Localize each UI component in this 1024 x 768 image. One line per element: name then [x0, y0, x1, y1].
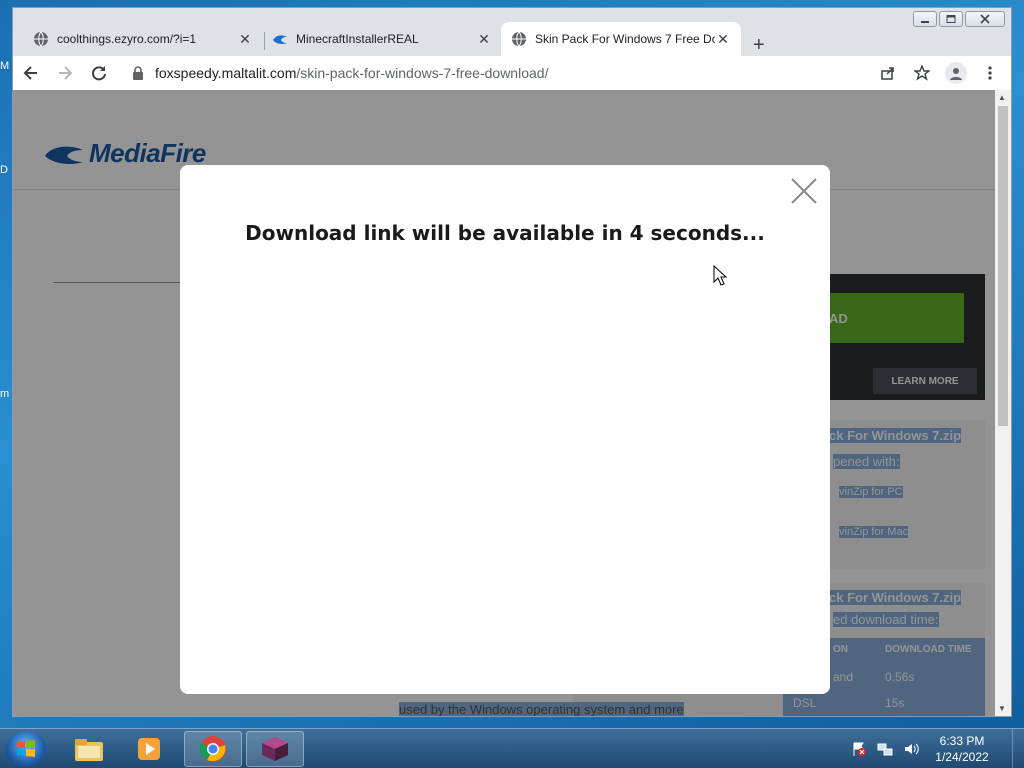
scroll-up-icon[interactable]: ▲: [998, 93, 1006, 102]
countdown-message: Download link will be available in 4 sec…: [245, 221, 765, 245]
desktop-icon-label-fragment: M: [0, 60, 10, 72]
network-icon: [877, 743, 893, 756]
mouse-cursor-icon: [713, 265, 727, 286]
download-countdown-modal: Download link will be available in 4 sec…: [180, 165, 830, 694]
page-viewport: MediaFire AD LEARN MORE ck For Windows 7…: [13, 90, 995, 716]
minimize-icon: [921, 21, 929, 23]
scroll-thumb[interactable]: [998, 106, 1008, 426]
globe-icon: [34, 31, 48, 47]
tab-close-button[interactable]: ✕: [476, 31, 492, 48]
toolbar-actions: [875, 60, 1003, 86]
arrow-right-icon: [59, 66, 73, 80]
new-tab-button[interactable]: +: [753, 34, 765, 57]
tray-volume[interactable]: [901, 739, 921, 759]
star-icon: [914, 65, 930, 81]
tab-title: Skin Pack For Windows 7 Free Do: [535, 32, 715, 46]
more-vert-icon: [988, 66, 992, 80]
explorer-icon: [75, 739, 103, 761]
tray-action-center[interactable]: [849, 739, 869, 759]
globe-icon: [512, 31, 526, 47]
tab-title: coolthings.ezyro.com/?i=1: [57, 32, 197, 46]
taskbar-minecraft[interactable]: [246, 731, 304, 767]
bookmark-button[interactable]: [909, 60, 935, 86]
url-host: foxspeedy.maltalit.com: [155, 65, 297, 81]
tab-minecraft-installer[interactable]: MinecraftInstallerREAL ✕: [262, 22, 502, 56]
clock-date: 1/24/2022: [935, 750, 989, 764]
chrome-icon: [199, 736, 226, 762]
close-icon: [791, 178, 817, 204]
minecraft-icon: [262, 737, 288, 761]
avatar: [945, 62, 967, 84]
profile-button[interactable]: [943, 60, 969, 86]
start-button[interactable]: [6, 731, 46, 767]
address-bar[interactable]: foxspeedy.maltalit.com/skin-pack-for-win…: [127, 59, 907, 87]
share-button[interactable]: [875, 60, 901, 86]
tab-coolthings[interactable]: coolthings.ezyro.com/?i=1 ✕: [23, 22, 263, 56]
arrow-left-icon: [23, 66, 37, 80]
show-desktop-button[interactable]: [1012, 729, 1024, 768]
browser-toolbar: foxspeedy.maltalit.com/skin-pack-for-win…: [13, 56, 1011, 90]
media-player-icon: [138, 738, 160, 760]
vertical-scrollbar[interactable]: ▲ ▼: [995, 90, 1011, 716]
url-path: /skin-pack-for-windows-7-free-download/: [296, 65, 549, 81]
close-icon: [980, 14, 990, 24]
window-controls: [913, 11, 1005, 27]
taskbar-chrome[interactable]: [184, 731, 242, 767]
share-icon: [881, 67, 894, 80]
tab-close-button[interactable]: ✕: [237, 31, 253, 48]
tray-network[interactable]: [875, 739, 895, 759]
clock-time: 6:33 PM: [939, 734, 985, 748]
person-icon: [950, 68, 962, 80]
tab-skin-pack[interactable]: Skin Pack For Windows 7 Free Do ✕: [501, 22, 741, 56]
maximize-icon: [946, 15, 956, 23]
reload-button[interactable]: [83, 59, 115, 87]
mediafire-icon: [273, 35, 287, 44]
maximize-button[interactable]: [939, 11, 963, 27]
minimize-button[interactable]: [913, 11, 937, 27]
forward-button[interactable]: [49, 59, 81, 87]
menu-button[interactable]: [977, 60, 1003, 86]
modal-close-button[interactable]: [790, 177, 818, 205]
tab-title: MinecraftInstallerREAL: [296, 32, 419, 46]
volume-icon: [905, 743, 919, 755]
windows-logo-icon: [17, 740, 35, 757]
chrome-window: coolthings.ezyro.com/?i=1 ✕ MinecraftIns…: [12, 7, 1012, 717]
tab-strip: coolthings.ezyro.com/?i=1 ✕ MinecraftIns…: [13, 20, 913, 56]
taskbar-media-player[interactable]: [120, 731, 178, 767]
lock-icon: [133, 66, 143, 80]
close-window-button[interactable]: [965, 11, 1005, 27]
desktop-icon-label-fragment: m: [0, 388, 10, 400]
system-tray: 6:33 PM 1/24/2022: [846, 729, 1024, 768]
tab-close-button[interactable]: ✕: [715, 31, 731, 48]
taskbar-explorer[interactable]: [60, 731, 118, 767]
scroll-down-icon[interactable]: ▼: [998, 704, 1006, 713]
flag-error-icon: [853, 742, 866, 756]
reload-icon: [92, 66, 106, 81]
clock[interactable]: 6:33 PM 1/24/2022: [924, 733, 1000, 765]
taskbar: 6:33 PM 1/24/2022: [0, 728, 1024, 768]
back-button[interactable]: [15, 59, 47, 87]
desktop-icon-label-fragment: D: [0, 164, 8, 176]
